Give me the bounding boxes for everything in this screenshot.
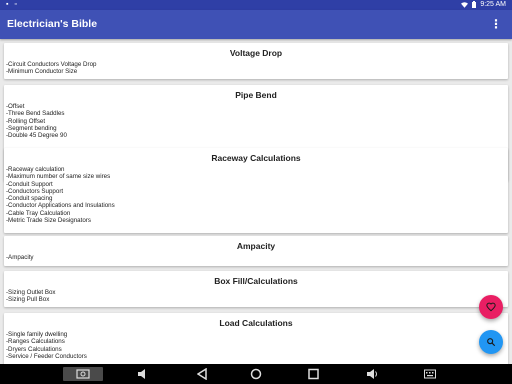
list-item[interactable]: -Double 45 Degree 90 — [6, 132, 508, 139]
card-heading: Voltage Drop — [229, 48, 283, 58]
list-item[interactable]: -Segment bending — [6, 125, 508, 132]
card-voltage-drop[interactable]: Voltage Drop -Circuit Conductors Voltage… — [4, 43, 508, 79]
card-heading: Pipe Bend — [235, 90, 277, 100]
list-item[interactable]: -Ampacity — [6, 254, 508, 261]
search-icon — [487, 338, 496, 347]
list-item[interactable]: -Maximum number of same size wires — [6, 173, 508, 180]
app-bar: Electrician's Bible ⋮ — [0, 10, 512, 39]
card-heading: Raceway Calculations — [211, 153, 301, 163]
card-items: -Offset -Three Bend Saddles -Rolling Off… — [6, 103, 508, 139]
more-vert-icon[interactable]: ⋮ — [490, 17, 502, 31]
list-item[interactable]: -Conduit spacing — [6, 195, 508, 202]
volume-down-icon[interactable] — [137, 368, 147, 383]
card-heading: Box Fill/Calculations — [214, 276, 298, 286]
list-item[interactable]: -Conduit Support — [6, 181, 508, 188]
card-items: -Raceway calculation -Maximum number of … — [6, 166, 508, 224]
card-items: -Circuit Conductors Voltage Drop -Minimu… — [6, 61, 508, 76]
list-item[interactable]: -Dryers Calculations — [6, 346, 508, 353]
status-bar: ▪ ▫ 9:25 AM — [0, 0, 512, 10]
list-item[interactable]: -Circuit Conductors Voltage Drop — [6, 61, 508, 68]
card-heading: Load Calculations — [219, 318, 293, 328]
list-item[interactable]: -Cable Tray Calculation — [6, 210, 508, 217]
heart-icon — [486, 302, 496, 312]
wifi-icon — [461, 1, 469, 8]
volume-up-icon[interactable] — [366, 368, 378, 383]
recents-icon[interactable] — [308, 368, 319, 383]
app-title: Electrician's Bible — [7, 18, 98, 30]
list-item[interactable]: -Three Bend Saddles — [6, 110, 508, 117]
card-load-calculations[interactable]: Load Calculations -Single family dwellin… — [4, 313, 508, 364]
list-item[interactable]: -Metric Trade Size Designators — [6, 217, 508, 224]
back-icon[interactable] — [196, 367, 207, 383]
card-heading: Ampacity — [236, 241, 276, 251]
keyboard-icon[interactable] — [424, 368, 436, 383]
navigation-bar — [0, 364, 512, 384]
list-item[interactable]: -Minimum Conductor Size — [6, 68, 508, 75]
status-time: 9:25 AM — [480, 1, 506, 8]
status-right: 9:25 AM — [461, 1, 506, 8]
list-item[interactable]: -Rolling Offset — [6, 118, 508, 125]
favorites-button[interactable] — [479, 295, 503, 319]
card-box-fill[interactable]: Box Fill/Calculations -Sizing Outlet Box… — [4, 271, 508, 307]
card-items: -Ampacity — [6, 254, 508, 261]
card-ampacity[interactable]: Ampacity -Ampacity — [4, 236, 508, 266]
list-item[interactable]: -Raceway calculation — [6, 166, 508, 173]
list-item[interactable]: -Conductors Support — [6, 188, 508, 195]
list-item[interactable]: -Conductor Applications and Insulations — [6, 202, 508, 209]
battery-icon — [472, 1, 477, 8]
list-item[interactable]: -Sizing Pull Box — [6, 296, 508, 303]
home-icon[interactable] — [250, 368, 262, 383]
card-items: -Single family dwelling -Ranges Calculat… — [6, 331, 508, 360]
card-items: -Sizing Outlet Box -Sizing Pull Box — [6, 289, 508, 304]
list-item[interactable]: -Offset — [6, 103, 508, 110]
screenshot-icon[interactable] — [63, 367, 103, 384]
list-item[interactable]: -Sizing Outlet Box — [6, 289, 508, 296]
list-item[interactable]: -Ranges Calculations — [6, 338, 508, 345]
list-item[interactable]: -Single family dwelling — [6, 331, 508, 338]
list-item[interactable]: -Service / Feeder Conductors — [6, 353, 508, 360]
category-list: Voltage Drop -Circuit Conductors Voltage… — [0, 39, 512, 364]
status-left-icons: ▪ ▫ — [6, 1, 19, 8]
search-button[interactable] — [479, 330, 503, 354]
card-raceway-calculations[interactable]: Raceway Calculations -Raceway calculatio… — [4, 148, 508, 233]
